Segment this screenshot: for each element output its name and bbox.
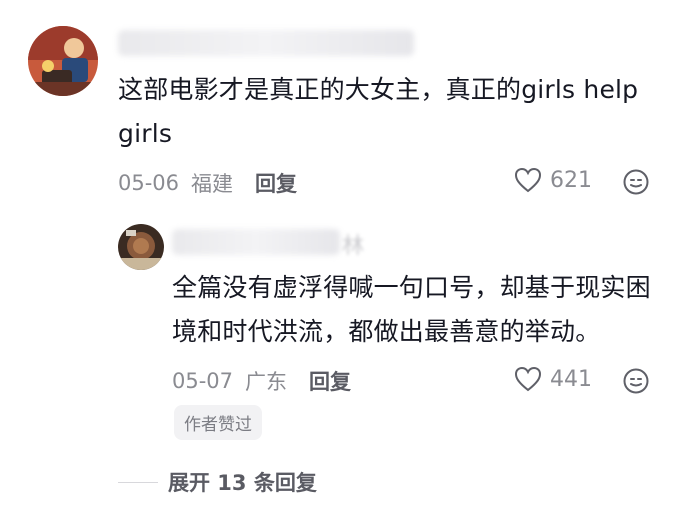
comment-date: 05-06 (118, 171, 180, 195)
reply-username-tail: 林 (342, 234, 365, 259)
like-button[interactable]: 621 (514, 167, 592, 193)
reply-username-blurred[interactable] (172, 229, 340, 255)
avatar[interactable] (28, 26, 98, 96)
emoji-icon (623, 169, 649, 195)
cartoon-avatar-icon (28, 26, 98, 96)
reply-avatar[interactable] (118, 224, 164, 270)
expand-replies-button[interactable]: 展开 13 条回复 (118, 467, 317, 497)
reply-meta: 05-07 广东 回复 (172, 366, 351, 396)
emoji-icon (623, 368, 649, 394)
author-liked-badge: 作者赞过 (174, 405, 262, 440)
expand-divider (118, 481, 158, 483)
emoji-reaction-button[interactable] (622, 168, 650, 200)
reply-like-button[interactable]: 441 (514, 366, 592, 392)
expand-replies-label[interactable]: 展开 13 条回复 (168, 467, 317, 497)
heart-icon (514, 366, 542, 392)
reply-date: 05-07 (172, 369, 234, 393)
username-blurred[interactable] (118, 30, 414, 56)
comment-location: 福建 (191, 172, 234, 196)
comment-text: 这部电影才是真正的大女主，真正的girls help girls (118, 75, 639, 148)
reply-reply-button[interactable]: 回复 (309, 366, 351, 396)
reply-text: 全篇没有虚浮得喊一句口号，却基于现实困境和时代洪流，都做出最善意的举动。 (172, 273, 651, 346)
reply-location: 广东 (245, 370, 288, 394)
reply-button[interactable]: 回复 (255, 168, 297, 198)
food-photo-avatar-icon (118, 224, 164, 270)
like-count: 621 (550, 167, 592, 193)
reply-like-count: 441 (550, 366, 592, 392)
comment-meta: 05-06 福建 回复 (118, 168, 297, 198)
heart-icon (514, 167, 542, 193)
reply-emoji-reaction-button[interactable] (622, 367, 650, 399)
